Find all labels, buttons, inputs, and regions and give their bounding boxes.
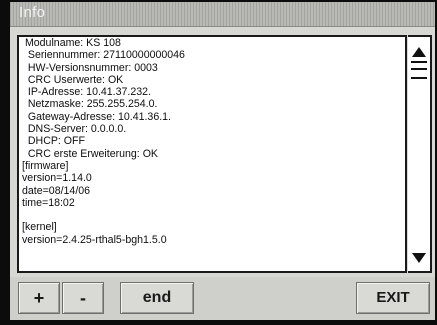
info-line: Gateway-Adresse: 10.41.36.1. bbox=[22, 110, 171, 123]
title-bar: Info bbox=[10, 2, 435, 27]
info-line: version=2.4.25-rthal5-bgh1.5.0 bbox=[22, 233, 167, 246]
info-line: date=08/14/06 bbox=[22, 184, 91, 197]
info-line: [firmware] bbox=[22, 159, 69, 172]
info-line: [kernel] bbox=[22, 221, 57, 234]
plus-button[interactable]: + bbox=[18, 282, 60, 314]
vertical-scrollbar[interactable] bbox=[408, 35, 432, 273]
window-title: Info bbox=[19, 4, 46, 21]
info-line: time=18:02 bbox=[22, 196, 75, 209]
scroll-down-icon[interactable] bbox=[412, 253, 426, 263]
info-text-area[interactable]: Modulname: KS 108 Seriennummer: 27110000… bbox=[17, 35, 407, 273]
info-line: Netzmaske: 255.255.254.0. bbox=[22, 98, 158, 111]
exit-button[interactable]: EXIT bbox=[356, 282, 430, 314]
scroll-thumb-icon[interactable] bbox=[411, 61, 427, 79]
info-line: IP-Adresse: 10.41.37.232. bbox=[22, 86, 151, 99]
info-line: DHCP: OFF bbox=[22, 135, 85, 148]
device-screen: Info Modulname: KS 108 Seriennummer: 271… bbox=[10, 2, 435, 320]
minus-button[interactable]: - bbox=[62, 282, 104, 314]
info-line: Seriennummer: 27110000000046 bbox=[22, 49, 185, 62]
info-line: CRC erste Erweiterung: OK bbox=[22, 147, 158, 160]
info-line: Modulname: KS 108 bbox=[22, 37, 121, 49]
info-line: DNS-Server: 0.0.0.0. bbox=[22, 123, 127, 136]
scroll-up-icon[interactable] bbox=[412, 47, 426, 57]
info-line: HW-Versionsnummer: 0003 bbox=[22, 61, 158, 74]
end-button[interactable]: end bbox=[120, 282, 194, 314]
info-line: CRC Userwerte: OK bbox=[22, 73, 124, 86]
info-line: version=1.14.0 bbox=[22, 172, 92, 185]
button-bar: + - end EXIT bbox=[10, 277, 435, 320]
info-line bbox=[19, 209, 405, 221]
